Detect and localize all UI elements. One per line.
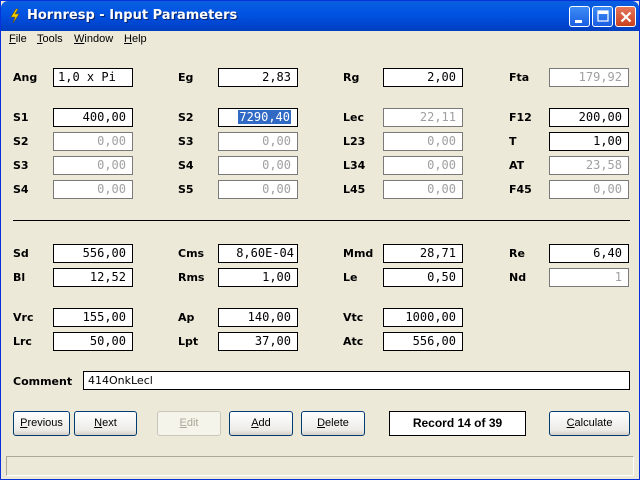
label-lpt: Lpt [178,335,199,348]
label-ang: Ang [13,71,38,84]
field-lrc[interactable]: 50,00 [53,332,133,351]
minimize-button[interactable] [569,6,590,27]
label-vrc: Vrc [13,311,34,324]
field-cms[interactable]: 8,60E-04 [218,244,298,263]
field-s3: 0,00 [218,132,298,151]
label-s2: S2 [178,111,194,124]
section-divider [13,220,630,221]
menu-help[interactable]: Help [124,33,147,45]
main-window: Hornresp - Input Parameters File Tools W… [0,0,640,480]
field-mmd[interactable]: 28,71 [383,244,463,263]
label-atc: Atc [343,335,364,348]
next-button[interactable]: Next [74,411,137,436]
field-rg[interactable]: 2,00 [383,68,463,87]
field-lpt[interactable]: 37,00 [218,332,298,351]
menu-window[interactable]: Window [74,33,113,45]
label-l45: L45 [343,183,366,196]
label-le: Le [343,271,358,284]
label-at: AT [509,159,525,172]
field-sd[interactable]: 556,00 [53,244,133,263]
label-nd: Nd [509,271,527,284]
field-s2-lower: 0,00 [53,132,133,151]
menu-bar: File Tools Window Help [1,31,639,49]
field-bl[interactable]: 12,52 [53,268,133,287]
field-atc[interactable]: 556,00 [383,332,463,351]
field-at: 23,58 [549,156,629,175]
label-re: Re [509,247,525,260]
field-eg[interactable]: 2,83 [218,68,298,87]
label-mmd: Mmd [343,247,374,260]
field-vrc[interactable]: 155,00 [53,308,133,327]
field-nd: 1 [549,268,629,287]
field-l45: 0,00 [383,180,463,199]
field-vtc[interactable]: 1000,00 [383,308,463,327]
field-fta: 179,92 [549,68,629,87]
edit-button[interactable]: Edit [157,411,221,436]
minimize-icon [575,20,582,23]
label-s4-lower: S4 [13,183,29,196]
label-l23: L23 [343,135,366,148]
selected-text: 7290,40 [238,110,291,124]
lightning-app-icon [10,8,20,24]
label-s3-lower: S3 [13,159,29,172]
field-le[interactable]: 0,50 [383,268,463,287]
label-s4: S4 [178,159,194,172]
field-t[interactable]: 1,00 [549,132,629,151]
label-s3: S3 [178,135,194,148]
window-title: Hornresp - Input Parameters [27,8,238,23]
add-button[interactable]: Add [229,411,293,436]
field-f12[interactable]: 200,00 [549,108,629,127]
field-l23: 0,00 [383,132,463,151]
record-indicator: Record 14 of 39 [389,411,526,436]
label-ap: Ap [178,311,195,324]
close-button[interactable] [615,6,636,27]
field-ang[interactable]: 1,0 x Pi [53,68,133,87]
field-l34: 0,00 [383,156,463,175]
status-bar [6,456,634,476]
field-s2[interactable]: 7290,40 [218,108,298,127]
maximize-icon [597,10,609,22]
label-f12: F12 [509,111,532,124]
label-rg: Rg [343,71,360,84]
menu-file[interactable]: File [9,33,27,45]
label-cms: Cms [178,247,205,260]
label-lrc: Lrc [13,335,32,348]
label-comment: Comment [13,375,73,388]
menu-tools[interactable]: Tools [37,33,63,45]
label-s5: S5 [178,183,194,196]
label-f45: F45 [509,183,532,196]
label-fta: Fta [509,71,530,84]
title-bar[interactable]: Hornresp - Input Parameters [1,1,639,31]
field-re[interactable]: 6,40 [549,244,629,263]
label-bl: Bl [13,271,26,284]
maximize-button[interactable] [592,6,613,27]
label-t: T [509,135,517,148]
field-f45: 0,00 [549,180,629,199]
label-lec: Lec [343,111,364,124]
field-rms[interactable]: 1,00 [218,268,298,287]
previous-button[interactable]: Previous [13,411,70,436]
label-vtc: Vtc [343,311,364,324]
label-sd: Sd [13,247,29,260]
close-icon [620,11,632,23]
field-s1[interactable]: 400,00 [53,108,133,127]
field-lec: 22,11 [383,108,463,127]
field-s3-lower: 0,00 [53,156,133,175]
calculate-button[interactable]: Calculate [549,411,630,436]
field-s4-lower: 0,00 [53,180,133,199]
label-l34: L34 [343,159,366,172]
label-rms: Rms [178,271,205,284]
label-eg: Eg [178,71,194,84]
comment-field[interactable]: 414OnkLecl [83,371,630,390]
field-ap[interactable]: 140,00 [218,308,298,327]
field-s5: 0,00 [218,180,298,199]
delete-button[interactable]: Delete [301,411,365,436]
field-s4: 0,00 [218,156,298,175]
label-s2-lower: S2 [13,135,29,148]
label-s1: S1 [13,111,29,124]
